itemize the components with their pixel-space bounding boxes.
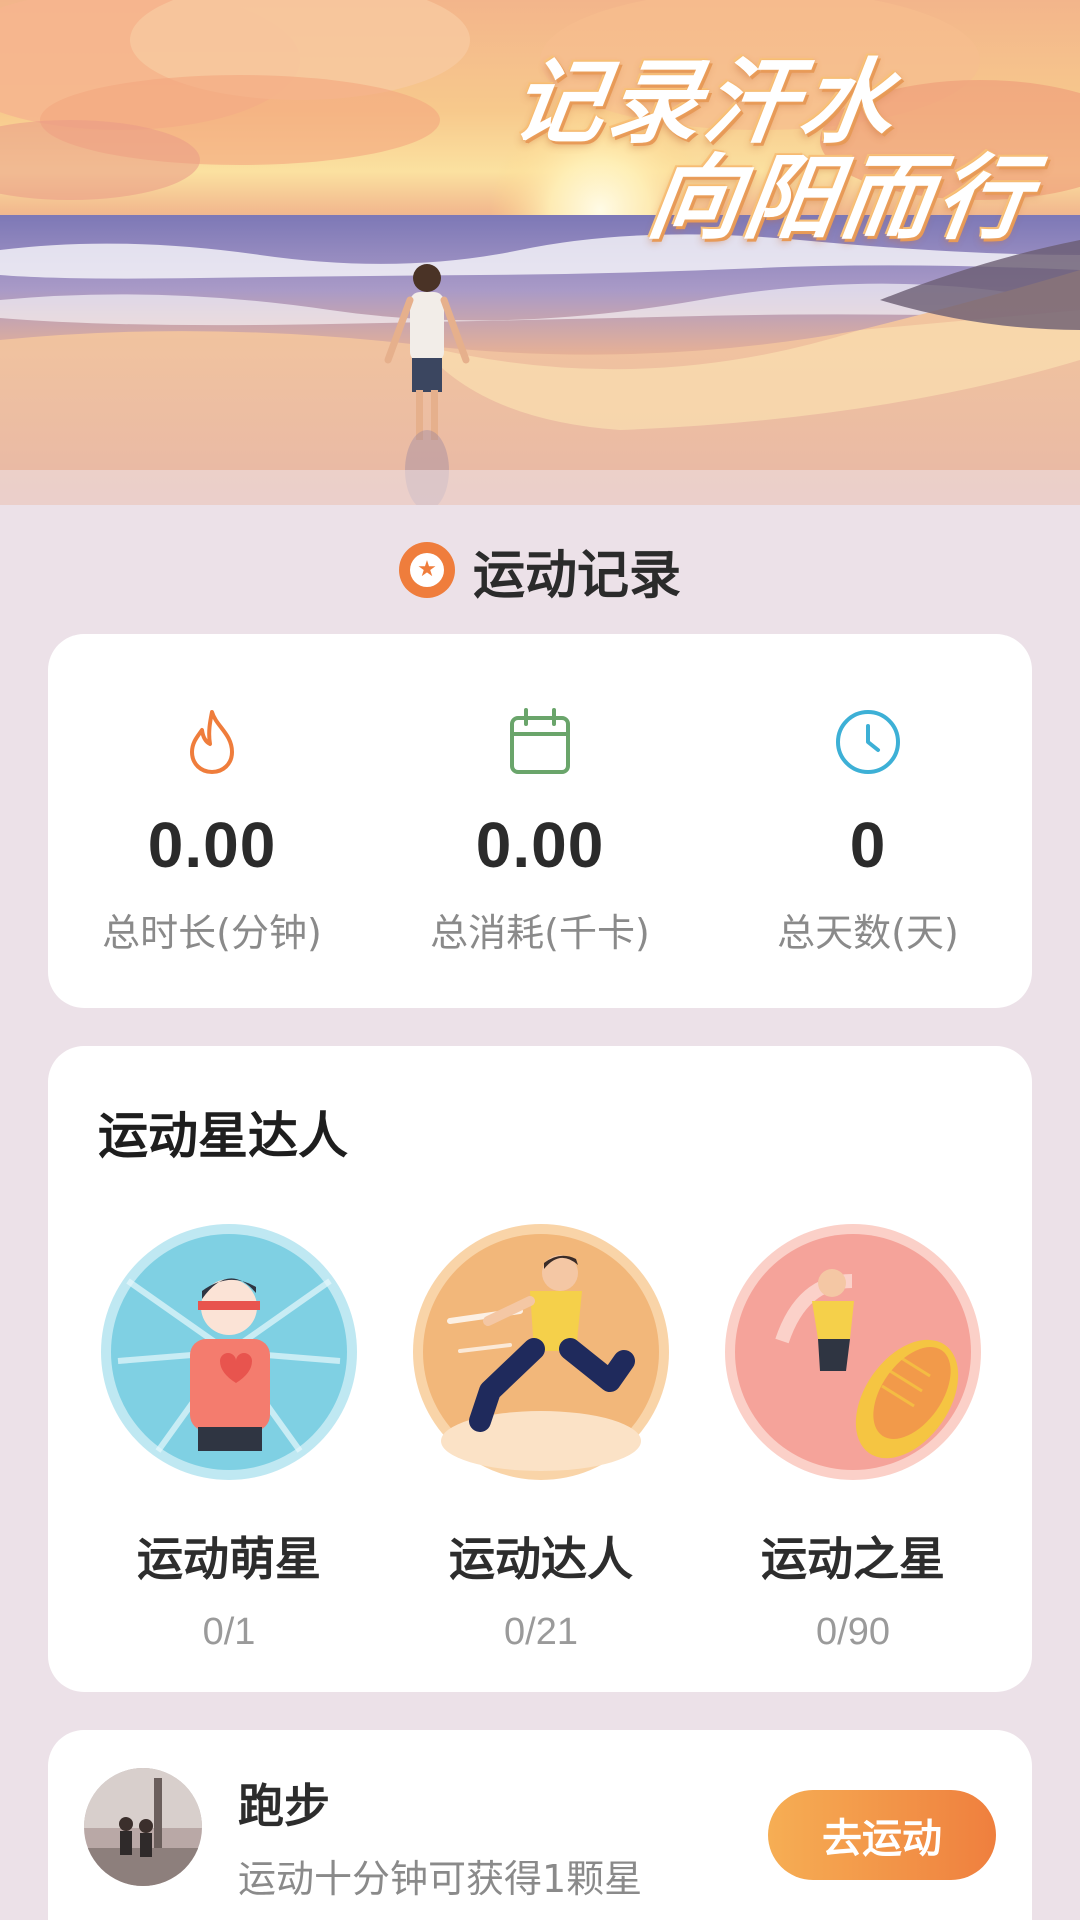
task-thumbnail [84, 1768, 202, 1886]
medal-name: 运动达人 [449, 1532, 633, 1586]
medal-progress: 0/1 [202, 1611, 256, 1653]
flame-icon [190, 710, 234, 774]
medal-sport-star-icon [725, 1224, 981, 1480]
medal-progress: 0/21 [504, 1611, 578, 1653]
hero-slogan: 记录汗水 向阳而行 [492, 49, 1053, 252]
page-title: 运动记录 [472, 545, 681, 606]
stat-label: 总时长(分钟) [102, 911, 322, 955]
clock-icon [836, 710, 900, 774]
hero-banner: 记录汗水 向阳而行 [0, 0, 1080, 505]
medal-item[interactable]: 运动之星 0/90 [722, 1221, 984, 1654]
achievements-title: 运动星达人 [98, 1107, 348, 1165]
stat-total-duration: 0.00 总时长(分钟) [48, 634, 376, 1008]
medal-item[interactable]: 运动萌星 0/1 [98, 1221, 360, 1654]
running-photo-icon [84, 1768, 202, 1886]
medal-name: 运动之星 [761, 1532, 945, 1586]
medal-item[interactable]: 运动达人 0/21 [410, 1221, 672, 1654]
stat-total-calories: 0.00 总消耗(千卡) [376, 634, 704, 1008]
hero-title-line2: 向阳而行 [641, 145, 1041, 252]
stat-value: 0 [849, 809, 887, 881]
go-exercise-button[interactable]: 去运动 [768, 1790, 996, 1880]
task-description: 运动十分钟可获得1颗星 [238, 1857, 643, 1901]
section-header: ★ 运动记录 [0, 535, 1080, 606]
stat-total-days: 0 总天数(天) [704, 634, 1032, 1008]
achievements-card: 运动星达人 运动萌星 0/1 运动达人 0/21 运动之星 0/90 [48, 1046, 1032, 1692]
medal-name: 运动萌星 [137, 1532, 321, 1586]
task-title: 跑步 [238, 1779, 330, 1833]
hero-title-line1: 记录汗水 [505, 49, 905, 156]
calendar-icon [510, 708, 570, 774]
star-badge-icon: ★ [398, 542, 455, 598]
medal-progress: 0/90 [816, 1611, 890, 1653]
stat-value: 0.00 [475, 809, 605, 881]
stat-label: 总消耗(千卡) [430, 911, 650, 955]
medal-sport-master-icon [413, 1224, 669, 1480]
stat-value: 0.00 [147, 809, 277, 881]
task-card-running: 跑步 运动十分钟可获得1颗星 去运动 [48, 1730, 1032, 1920]
stat-label: 总天数(天) [777, 911, 959, 955]
stats-card: 0.00 总时长(分钟) 0.00 总消耗(千卡) 0 总天数(天) [48, 634, 1032, 1008]
medal-cute-star-icon [101, 1224, 357, 1480]
